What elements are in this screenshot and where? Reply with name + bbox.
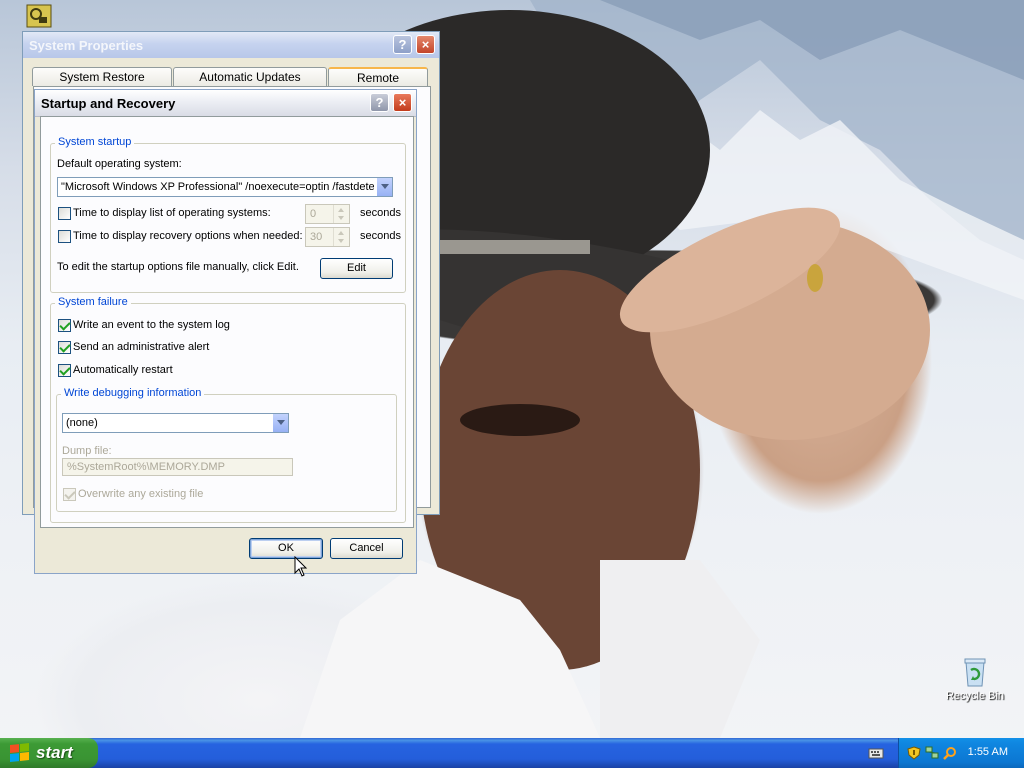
send-alert-checkbox[interactable] bbox=[58, 341, 71, 354]
debug-info-value: (none) bbox=[66, 417, 98, 429]
chevron-down-icon[interactable] bbox=[376, 178, 392, 196]
close-icon: × bbox=[421, 37, 430, 52]
recycle-bin-icon bbox=[959, 656, 991, 688]
overwrite-label: Overwrite any existing file bbox=[78, 488, 204, 500]
time-list-value: 0 bbox=[310, 208, 317, 220]
time-recovery-value: 30 bbox=[310, 231, 323, 243]
system-properties-titlebar[interactable]: System Properties bbox=[23, 32, 439, 58]
time-list-checkbox[interactable] bbox=[58, 207, 71, 220]
default-os-select[interactable]: "Microsoft Windows XP Professional" /noe… bbox=[57, 177, 393, 197]
spinner-arrows-icon[interactable] bbox=[333, 228, 349, 246]
auto-restart-checkbox[interactable] bbox=[58, 364, 71, 377]
mouse-cursor-icon bbox=[294, 556, 308, 577]
time-recovery-seconds-label: seconds bbox=[360, 230, 401, 242]
startup-recovery-help-button[interactable]: ? bbox=[370, 93, 389, 112]
tab-automatic-updates[interactable]: Automatic Updates bbox=[173, 67, 327, 86]
time-list-label: Time to display list of operating system… bbox=[73, 207, 271, 219]
default-os-label: Default operating system: bbox=[57, 158, 182, 170]
cancel-button[interactable]: Cancel bbox=[330, 538, 403, 559]
write-event-checkbox[interactable] bbox=[58, 319, 71, 332]
time-recovery-spinner[interactable]: 30 bbox=[305, 227, 350, 247]
startup-recovery-close-button[interactable]: × bbox=[393, 93, 412, 112]
recycle-bin-label: Recycle Bin bbox=[945, 690, 1005, 702]
system-tray: 1:55 AM bbox=[898, 738, 1024, 768]
write-event-label: Write an event to the system log bbox=[73, 319, 230, 331]
edit-button[interactable]: Edit bbox=[320, 258, 393, 279]
network-icon[interactable] bbox=[925, 746, 939, 760]
help-icon: ? bbox=[398, 37, 407, 52]
clock[interactable]: 1:55 AM bbox=[968, 746, 1008, 758]
time-recovery-label: Time to display recovery options when ne… bbox=[73, 230, 303, 242]
search-icon[interactable] bbox=[943, 746, 957, 760]
startup-recovery-title: Startup and Recovery bbox=[41, 95, 176, 111]
desktop-shortcut-icon[interactable] bbox=[26, 4, 52, 28]
time-recovery-checkbox[interactable] bbox=[58, 230, 71, 243]
keyboard-icon[interactable] bbox=[868, 746, 884, 760]
security-shield-icon[interactable] bbox=[907, 746, 921, 760]
windows-flag-icon bbox=[10, 743, 30, 763]
dump-file-label: Dump file: bbox=[62, 445, 112, 457]
close-icon: × bbox=[398, 95, 407, 110]
default-os-value: "Microsoft Windows XP Professional" /noe… bbox=[61, 181, 374, 193]
send-alert-label: Send an administrative alert bbox=[73, 341, 210, 353]
edit-hint-label: To edit the startup options file manuall… bbox=[57, 261, 299, 273]
overwrite-checkbox[interactable] bbox=[63, 488, 76, 501]
system-properties-title: System Properties bbox=[29, 37, 144, 53]
help-icon: ? bbox=[375, 95, 384, 110]
system-properties-help-button[interactable]: ? bbox=[393, 35, 412, 54]
time-list-seconds-label: seconds bbox=[360, 207, 401, 219]
system-failure-legend: System failure bbox=[55, 296, 131, 308]
ok-button[interactable]: OK bbox=[249, 538, 323, 559]
start-button[interactable]: start bbox=[0, 738, 98, 768]
tab-system-restore[interactable]: System Restore bbox=[32, 67, 172, 86]
system-startup-legend: System startup bbox=[55, 136, 135, 148]
tab-remote[interactable]: Remote bbox=[328, 67, 428, 86]
recycle-bin[interactable]: Recycle Bin bbox=[936, 656, 1014, 702]
dump-file-input[interactable]: %SystemRoot%\MEMORY.DMP bbox=[62, 458, 293, 476]
debug-info-select[interactable]: (none) bbox=[62, 413, 289, 433]
time-list-spinner[interactable]: 0 bbox=[305, 204, 350, 224]
system-properties-close-button[interactable]: × bbox=[416, 35, 435, 54]
auto-restart-label: Automatically restart bbox=[73, 364, 173, 376]
write-debugging-legend: Write debugging information bbox=[61, 387, 205, 399]
start-label: start bbox=[36, 743, 73, 762]
startup-recovery-titlebar[interactable]: Startup and Recovery bbox=[35, 90, 416, 117]
spinner-arrows-icon[interactable] bbox=[333, 205, 349, 223]
chevron-down-icon[interactable] bbox=[272, 414, 288, 432]
